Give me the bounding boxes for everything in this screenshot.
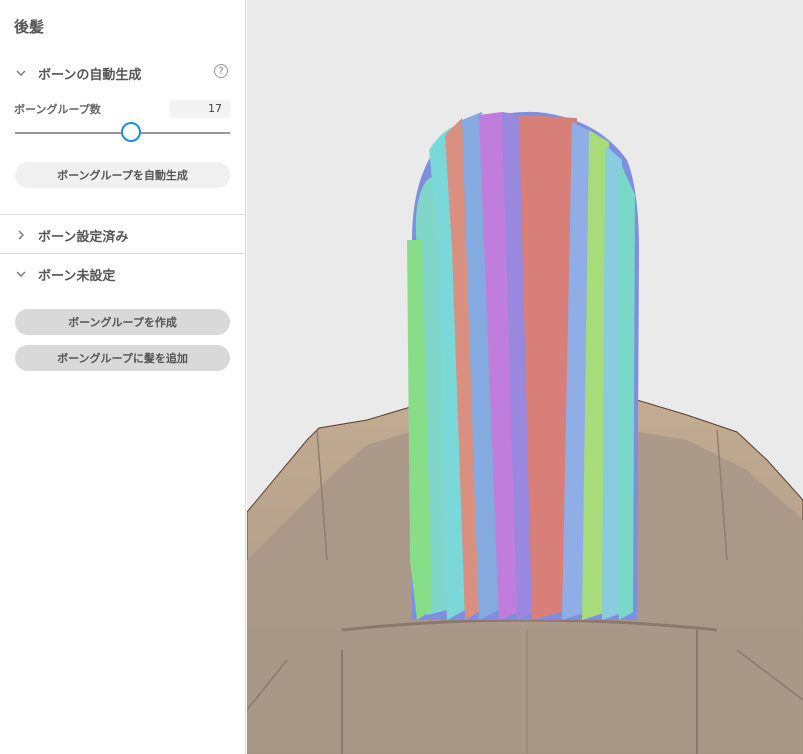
create-bone-group-button[interactable]: ボーングループを作成	[15, 309, 230, 335]
add-hair-to-group-button[interactable]: ボーングループに髪を追加	[15, 345, 230, 371]
bone-group-count-input[interactable]: 17	[170, 100, 230, 118]
chevron-down-icon	[16, 269, 38, 279]
hair-strands	[407, 111, 639, 620]
auto-generate-button[interactable]: ボーングループを自動生成	[15, 162, 230, 188]
properties-panel: 後髪 ボーンの自動生成 ? ボーングループ数 17 ボーングループを自動生成 ボ…	[0, 0, 246, 754]
panel-title: 後髪	[14, 18, 45, 36]
section-auto-generate[interactable]: ボーンの自動生成	[0, 61, 245, 85]
model-render	[247, 111, 803, 754]
chevron-right-icon	[16, 230, 38, 240]
3d-viewport[interactable]	[247, 0, 803, 754]
divider	[0, 214, 245, 215]
section-configured-label: ボーン設定済み	[38, 229, 129, 245]
section-auto-generate-label: ボーンの自動生成	[38, 67, 142, 83]
chevron-down-icon	[16, 68, 38, 78]
divider	[0, 253, 245, 254]
section-configured[interactable]: ボーン設定済み	[0, 223, 245, 247]
help-icon[interactable]: ?	[214, 64, 228, 78]
section-unconfigured[interactable]: ボーン未設定	[0, 262, 245, 286]
bone-group-count-label: ボーングループ数	[14, 103, 101, 116]
bone-group-slider-thumb[interactable]	[121, 122, 141, 142]
section-unconfigured-label: ボーン未設定	[38, 268, 116, 284]
